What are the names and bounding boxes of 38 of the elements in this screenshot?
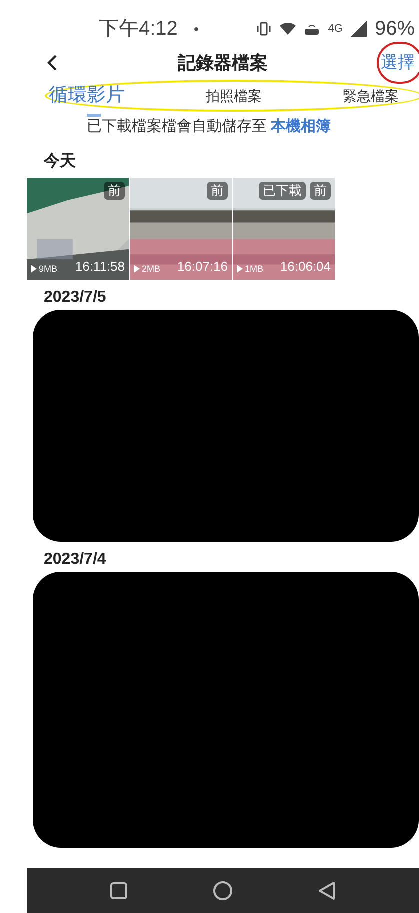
download-notice: 已下載檔案檔會自動儲存至 本機相簿 [87, 116, 332, 137]
video-thumbnail[interactable]: 前 2MB 16:07:16 [130, 178, 232, 280]
network-type: 4G [328, 22, 343, 37]
file-size: 2MB [142, 262, 161, 276]
tab[interactable]: 拍照檔案 [206, 86, 262, 106]
vibrate-icon [256, 22, 272, 36]
camera-label: 前 [207, 182, 228, 200]
video-time: 16:06:04 [280, 258, 331, 276]
recents-icon[interactable] [110, 882, 128, 900]
home-icon[interactable] [212, 880, 233, 900]
battery-percent: 96% [374, 17, 415, 42]
signal-icon [350, 21, 367, 37]
status-dot: • [194, 20, 199, 38]
camera-label: 前 [104, 182, 125, 200]
page-title: 記錄器檔案 [178, 52, 268, 74]
file-size: 9MB [39, 262, 58, 276]
downloaded-label: 已下載 [259, 182, 306, 200]
file-size: 1MB [245, 262, 264, 276]
video-time: 16:11:58 [75, 258, 125, 276]
tab-indicator [87, 114, 101, 117]
album-link[interactable]: 本機相簿 [271, 118, 332, 135]
play-icon [134, 265, 140, 274]
play-icon [31, 265, 37, 274]
play-icon [237, 265, 243, 274]
tab[interactable]: 循環影片 [49, 82, 125, 110]
select-button[interactable]: 選擇 [381, 53, 415, 73]
date-heading: 2023/7/4 [43, 550, 108, 570]
wifi-icon [280, 22, 296, 36]
date-heading: 2023/7/5 [43, 288, 108, 308]
video-time: 16:07:16 [177, 258, 228, 276]
status-time: 下午4:12 [99, 17, 178, 42]
back-nav-icon[interactable] [318, 880, 336, 900]
camera-label: 前 [310, 182, 331, 200]
tab[interactable]: 緊急檔案 [343, 86, 399, 106]
video-thumbnail[interactable]: 前 9MB 16:11:58 [27, 178, 129, 280]
date-heading: 今天 [42, 152, 77, 172]
video-thumbnail[interactable]: 已下載 前 1MB 16:06:04 [233, 178, 335, 280]
back-icon[interactable] [46, 54, 58, 72]
